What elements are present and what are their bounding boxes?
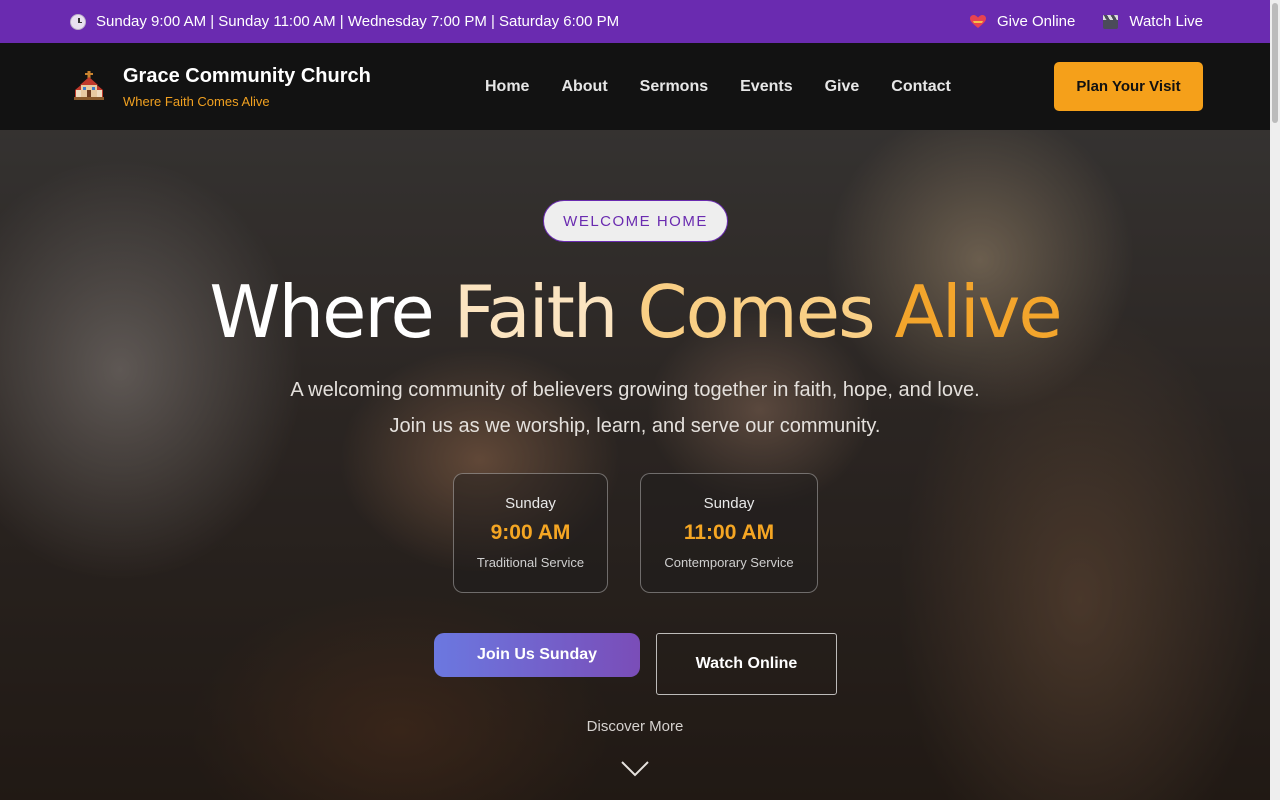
nav-events[interactable]: Events (740, 78, 792, 96)
clock-icon (70, 13, 86, 30)
nav-home[interactable]: Home (485, 78, 529, 96)
church-icon (74, 70, 104, 100)
brand[interactable]: Grace Community Church Where Faith Comes… (72, 65, 472, 109)
service-card-traditional: Sunday 9:00 AM Traditional Service (453, 473, 608, 593)
nav-about[interactable]: About (561, 78, 607, 96)
watch-live-label: Watch Live (1129, 13, 1203, 30)
scrollbar-thumb[interactable] (1272, 3, 1278, 123)
watch-online-button[interactable]: Watch Online (656, 633, 837, 695)
plan-your-visit-button[interactable]: Plan Your Visit (1054, 62, 1203, 111)
give-online-label: Give Online (996, 13, 1076, 30)
brand-name: Grace Community Church (123, 64, 371, 87)
brand-tagline: Where Faith Comes Alive (123, 93, 270, 109)
top-info-bar: Sunday 9:00 AM | Sunday 11:00 AM | Wedne… (0, 0, 1270, 43)
service-type: Contemporary Service (664, 555, 794, 570)
join-us-sunday-button[interactable]: Join Us Sunday (434, 633, 640, 677)
nav-sermons[interactable]: Sermons (640, 78, 708, 96)
watch-live-link[interactable]: Watch Live (1103, 13, 1203, 30)
give-online-link[interactable]: Give Online (969, 13, 1076, 30)
discover-more-link[interactable]: Discover More (0, 718, 1270, 735)
main-nav: Home About Sermons Events Give Contact (485, 78, 951, 96)
nav-contact[interactable]: Contact (891, 78, 951, 96)
page-scrollbar[interactable] (1270, 0, 1280, 800)
heart-icon (969, 14, 986, 29)
welcome-badge: WELCOME HOME (543, 200, 728, 242)
headline-word: Comes (637, 270, 875, 354)
clapperboard-icon (1103, 14, 1119, 29)
service-day: Sunday (703, 495, 755, 512)
service-schedule: Sunday 9:00 AM | Sunday 11:00 AM | Wedne… (70, 13, 619, 30)
service-time: 11:00 AM (683, 521, 775, 544)
site-header: Grace Community Church Where Faith Comes… (0, 43, 1270, 130)
hero-headline: Where Faith Comes Alive (0, 270, 1270, 354)
schedule-text: Sunday 9:00 AM | Sunday 11:00 AM | Wedne… (96, 13, 620, 30)
service-card-contemporary: Sunday 11:00 AM Contemporary Service (640, 473, 818, 593)
service-type: Traditional Service (476, 555, 585, 570)
service-time: 9:00 AM (490, 521, 571, 544)
hero-subtitle: A welcoming community of believers growi… (290, 379, 980, 437)
headline-word: Where (209, 270, 434, 354)
hero-section: WELCOME HOME Where Faith Comes Alive A w… (0, 130, 1270, 800)
chevron-down-icon[interactable] (620, 760, 650, 778)
headline-word: Faith (453, 270, 619, 354)
headline-word: Alive (894, 270, 1063, 354)
service-day: Sunday (505, 495, 556, 512)
nav-give[interactable]: Give (825, 78, 860, 96)
